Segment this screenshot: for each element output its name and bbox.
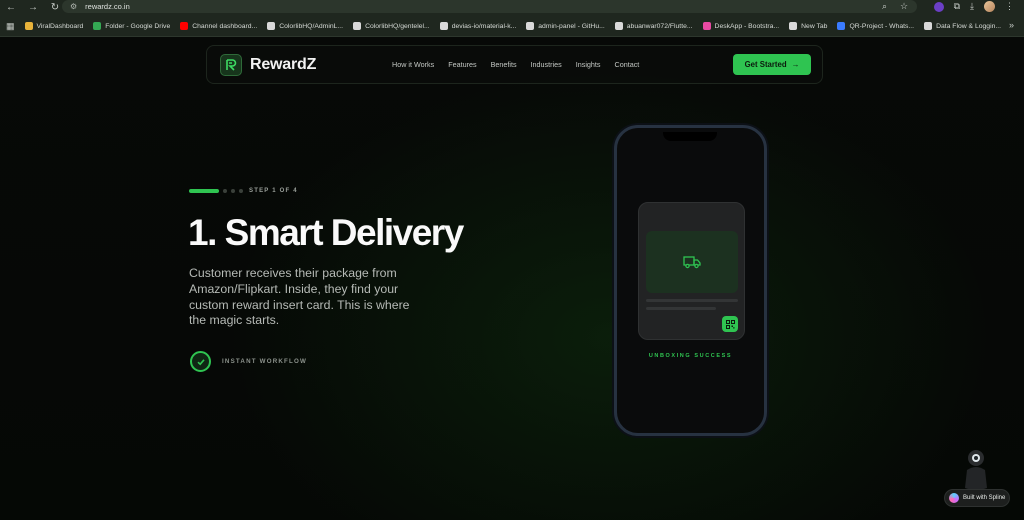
menu-icon[interactable]: ⋮ (1005, 1, 1014, 12)
truck-icon (683, 256, 701, 269)
bookmark-favicon-icon (789, 22, 798, 30)
bookmark-label: Folder - Google Drive (105, 22, 171, 30)
bookmark-label: Channel dashboard... (192, 22, 258, 30)
nav-links: How it Works Features Benefits Industrie… (392, 60, 639, 69)
qr-code-icon[interactable] (722, 316, 738, 332)
brand-name[interactable]: RewardZ (250, 56, 316, 74)
hero-description: Customer receives their package from Ama… (189, 266, 410, 328)
bookmark-favicon-icon (267, 22, 276, 30)
step-indicator-dot[interactable] (231, 189, 235, 193)
bookmark-favicon-icon (24, 22, 33, 30)
bookmark-label: New Tab (801, 22, 828, 30)
bookmark-label: devias-io/material-k... (451, 22, 517, 30)
profile-avatar[interactable] (984, 1, 995, 12)
spline-label: Built with Spline (963, 495, 1006, 501)
page: RewardZ How it Works Features Benefits I… (0, 37, 1024, 520)
bookmark-label: ViralDashboard (36, 22, 84, 30)
url-text: rewardz.co.in (85, 2, 130, 11)
nav-link-features[interactable]: Features (448, 60, 476, 69)
bookmark-item[interactable]: DeskApp - Bootstra... (702, 22, 780, 30)
bookmark-item[interactable]: devias-io/material-k... (439, 22, 517, 30)
logo-icon[interactable] (220, 54, 242, 76)
bookmarks-bar: ▦ ViralDashboard Folder - Google Drive Cha… (0, 18, 1024, 34)
hero-title: 1. Smart Delivery (188, 212, 464, 253)
download-icon[interactable]: ⤓ (970, 1, 974, 12)
bookmark-item[interactable]: ViralDashboard (24, 22, 84, 30)
nav-link-insights[interactable]: Insights (576, 60, 601, 69)
bookmark-label: admin-panel - GitHu... (538, 22, 605, 30)
arrow-right-icon: → (791, 60, 800, 69)
bookmark-item[interactable]: ColorlibHQ/AdminL... (267, 22, 343, 30)
toolbar-right: ⧉ ⤓ ⋮ (933, 0, 1014, 13)
address-bar[interactable]: ⚙ rewardz.co.in ⌕ ☆ (62, 0, 917, 13)
bookmark-favicon-icon (93, 22, 102, 30)
phone-caption: UNBOXING SUCCESS (648, 353, 733, 359)
phone-mockup: UNBOXING SUCCESS (614, 125, 767, 436)
site-info-icon[interactable]: ⚙ (70, 2, 77, 11)
bookmark-item[interactable]: admin-panel - GitHu... (526, 22, 605, 30)
nav-link-contact[interactable]: Contact (615, 60, 640, 69)
apps-grid-icon[interactable]: ▦ (6, 21, 15, 32)
placeholder-line (646, 307, 716, 310)
bookmark-favicon-icon (180, 22, 189, 30)
bookmark-item[interactable]: New Tab (789, 22, 827, 30)
bookmark-label: ColorlibHQ/gentelel... (365, 22, 430, 30)
extension-icon[interactable] (933, 1, 944, 12)
bookmark-item[interactable]: QR-Project - Whats... (837, 22, 914, 30)
workflow-label: INSTANT WORKFLOW (222, 358, 308, 365)
get-started-button[interactable]: Get Started → (733, 54, 811, 75)
placeholder-line (646, 299, 738, 302)
nav-link-benefits[interactable]: Benefits (491, 60, 517, 69)
card-image (646, 231, 738, 293)
bookmark-label: QR-Project - Whats... (849, 22, 915, 30)
step-indicator-active[interactable] (189, 189, 219, 193)
built-with-spline-badge[interactable]: Built with Spline (944, 489, 1010, 507)
step-progress (189, 189, 243, 193)
bookmark-star-icon[interactable]: ☆ (900, 1, 908, 12)
bookmark-favicon-icon (439, 22, 448, 30)
bookmark-favicon-icon (353, 22, 362, 30)
get-started-label: Get Started (744, 60, 787, 69)
bookmark-favicon-icon (837, 22, 846, 30)
step-label: STEP 1 OF 4 (249, 188, 298, 194)
nav-link-industries[interactable]: Industries (531, 60, 562, 69)
bookmark-item[interactable]: Folder - Google Drive (93, 22, 170, 30)
browser-chrome: ← → ↻ ⚙ rewardz.co.in ⌕ ☆ ⧉ ⤓ ⋮ ▦ ViralD… (0, 0, 1024, 37)
zoom-icon[interactable]: ⌕ (882, 1, 887, 12)
back-icon[interactable]: ← (0, 2, 22, 13)
step-indicator-dot[interactable] (223, 189, 227, 193)
nav-link-how-it-works[interactable]: How it Works (392, 60, 434, 69)
bookmarks-overflow-icon[interactable]: » (1009, 20, 1014, 30)
bookmark-label: abuanwar072/Flutte... (626, 22, 693, 30)
step-indicator-dot[interactable] (239, 189, 243, 193)
bookmark-label: ColorlibHQ/AdminL... (279, 22, 344, 30)
bookmark-item[interactable]: Channel dashboard... (180, 22, 257, 30)
bookmark-favicon-icon (924, 22, 933, 30)
check-circle-icon (190, 351, 211, 372)
robot-icon (965, 450, 987, 490)
phone-notch (663, 132, 717, 141)
bookmark-label: DeskApp - Bootstra... (714, 22, 780, 30)
reward-card (638, 202, 745, 340)
bookmark-item[interactable]: Data Flow & Loggin... (924, 22, 1001, 30)
bookmark-favicon-icon (702, 22, 711, 30)
forward-icon[interactable]: → (22, 2, 44, 13)
puzzle-icon[interactable]: ⧉ (954, 1, 960, 12)
bookmark-favicon-icon (526, 22, 535, 30)
spline-logo-icon (949, 493, 959, 503)
bookmark-item[interactable]: abuanwar072/Flutte... (614, 22, 693, 30)
site-navbar: RewardZ How it Works Features Benefits I… (206, 45, 823, 84)
bookmark-favicon-icon (614, 22, 623, 30)
bookmark-label: Data Flow & Loggin... (936, 22, 1002, 30)
bookmark-item[interactable]: ColorlibHQ/gentelel... (353, 22, 430, 30)
